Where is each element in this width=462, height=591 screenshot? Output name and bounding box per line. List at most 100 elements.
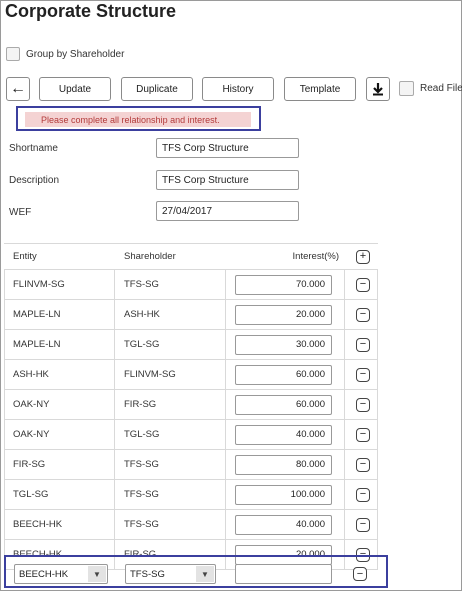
minus-icon: − xyxy=(356,427,370,442)
table-row: MAPLE-LN TGL-SG 30.000 − xyxy=(4,330,378,360)
interest-input[interactable]: 60.000 xyxy=(235,364,332,385)
structure-table: Entity Shareholder Interest(%) + FLINVM-… xyxy=(4,243,378,570)
remove-row-button[interactable]: − xyxy=(349,390,377,419)
back-button[interactable]: ← xyxy=(6,77,30,101)
read-file-checkbox[interactable] xyxy=(399,81,414,96)
add-row-button[interactable]: + xyxy=(349,244,377,269)
interest-input[interactable]: 40.000 xyxy=(235,514,332,535)
shareholder-column-header: Shareholder xyxy=(124,251,176,262)
interest-input[interactable]: 70.000 xyxy=(235,274,332,295)
interest-input[interactable]: 30.000 xyxy=(235,334,332,355)
template-button[interactable]: Template xyxy=(284,77,356,101)
page-title: Corporate Structure xyxy=(5,1,177,21)
remove-row-button[interactable]: − xyxy=(349,480,377,509)
interest-cell: 40.000 xyxy=(235,510,332,539)
remove-row-button[interactable]: − xyxy=(349,450,377,479)
interest-cell: 60.000 xyxy=(235,390,332,419)
remove-row-button[interactable]: − xyxy=(349,420,377,449)
minus-icon: − xyxy=(353,567,367,581)
update-button[interactable]: Update xyxy=(39,77,111,101)
new-shareholder-value: TFS-SG xyxy=(130,568,165,580)
interest-cell: 20.000 xyxy=(235,300,332,329)
toolbar: ← Update Duplicate History Template Read… xyxy=(6,77,462,101)
entity-cell: MAPLE-LN xyxy=(13,309,61,320)
table-row: ASH-HK FLINVM-SG 60.000 − xyxy=(4,360,378,390)
history-button[interactable]: History xyxy=(202,77,274,101)
shortname-label: Shortname xyxy=(9,143,58,154)
wef-label: WEF xyxy=(9,207,32,218)
interest-input[interactable]: 60.000 xyxy=(235,394,332,415)
remove-row-button[interactable]: − xyxy=(349,360,377,389)
interest-cell: 70.000 xyxy=(235,270,332,299)
minus-icon: − xyxy=(356,277,370,292)
minus-icon: − xyxy=(356,397,370,412)
download-button[interactable] xyxy=(366,77,390,101)
chevron-down-icon[interactable]: ▼ xyxy=(88,566,106,582)
download-icon xyxy=(373,83,383,96)
entity-cell: FIR-SG xyxy=(13,459,46,470)
interest-cell: 40.000 xyxy=(235,420,332,449)
interest-cell: 80.000 xyxy=(235,450,332,479)
shareholder-cell: TFS-SG xyxy=(124,459,159,470)
entity-cell: FLINVM-SG xyxy=(13,279,65,290)
table-row: TGL-SG TFS-SG 100.000 − xyxy=(4,480,378,510)
table-row: FIR-SG TFS-SG 80.000 − xyxy=(4,450,378,480)
remove-row-button[interactable]: − xyxy=(349,270,377,299)
minus-icon: − xyxy=(356,337,370,352)
read-file-option[interactable]: Read File xyxy=(399,81,462,96)
table-row: FLINVM-SG TFS-SG 70.000 − xyxy=(4,270,378,300)
interest-input[interactable]: 80.000 xyxy=(235,454,332,475)
arrow-left-icon: ← xyxy=(10,80,26,97)
new-interest-input[interactable] xyxy=(235,564,332,584)
new-shareholder-select[interactable]: TFS-SG ▼ xyxy=(125,564,216,584)
minus-icon: − xyxy=(356,487,370,502)
interest-cell: 100.000 xyxy=(235,480,332,509)
shareholder-cell: FLINVM-SG xyxy=(124,369,176,380)
minus-icon: − xyxy=(356,457,370,472)
remove-row-button[interactable]: − xyxy=(349,300,377,329)
entity-cell: MAPLE-LN xyxy=(13,339,61,350)
chevron-down-icon[interactable]: ▼ xyxy=(196,566,214,582)
table-row: OAK-NY TGL-SG 40.000 − xyxy=(4,420,378,450)
read-file-label: Read File xyxy=(420,83,462,94)
description-label: Description xyxy=(9,175,60,186)
table-row: MAPLE-LN ASH-HK 20.000 − xyxy=(4,300,378,330)
group-by-shareholder-option[interactable]: Group by Shareholder xyxy=(6,47,124,61)
shareholder-cell: TGL-SG xyxy=(124,429,160,440)
shareholder-cell: TFS-SG xyxy=(124,519,159,530)
minus-icon: − xyxy=(356,367,370,382)
wef-input[interactable]: 27/04/2017 xyxy=(156,201,299,221)
new-entity-select[interactable]: BEECH-HK ▼ xyxy=(14,564,108,584)
duplicate-button[interactable]: Duplicate xyxy=(121,77,193,101)
entity-cell: OAK-NY xyxy=(13,399,50,410)
description-input[interactable]: TFS Corp Structure xyxy=(156,170,299,190)
entity-cell: BEECH-HK xyxy=(13,519,63,530)
shareholder-cell: FIR-SG xyxy=(124,399,157,410)
shareholder-cell: TFS-SG xyxy=(124,489,159,500)
remove-row-button[interactable]: − xyxy=(353,567,367,581)
remove-row-button[interactable]: − xyxy=(349,330,377,359)
entity-column-header: Entity xyxy=(13,251,37,262)
error-message: Please complete all relationship and int… xyxy=(25,112,251,127)
error-highlight: Please complete all relationship and int… xyxy=(16,106,261,131)
interest-cell: 60.000 xyxy=(235,360,332,389)
minus-icon: − xyxy=(356,307,370,322)
entity-cell: ASH-HK xyxy=(13,369,49,380)
interest-input[interactable]: 100.000 xyxy=(235,484,332,505)
group-by-shareholder-checkbox[interactable] xyxy=(6,47,20,61)
remove-row-button[interactable]: − xyxy=(349,510,377,539)
shortname-input[interactable]: TFS Corp Structure xyxy=(156,138,299,158)
interest-input[interactable]: 20.000 xyxy=(235,304,332,325)
group-by-shareholder-label: Group by Shareholder xyxy=(26,48,125,60)
interest-cell: 30.000 xyxy=(235,330,332,359)
plus-icon: + xyxy=(356,249,370,264)
table-row: BEECH-HK TFS-SG 40.000 − xyxy=(4,510,378,540)
minus-icon: − xyxy=(356,517,370,532)
entity-cell: OAK-NY xyxy=(13,429,50,440)
table-header-row: Entity Shareholder Interest(%) + xyxy=(4,243,378,270)
interest-input[interactable]: 40.000 xyxy=(235,424,332,445)
shareholder-cell: TGL-SG xyxy=(124,339,160,350)
new-entity-value: BEECH-HK xyxy=(19,568,69,580)
interest-column-header: Interest(%) xyxy=(292,251,339,262)
shareholder-cell: TFS-SG xyxy=(124,279,159,290)
